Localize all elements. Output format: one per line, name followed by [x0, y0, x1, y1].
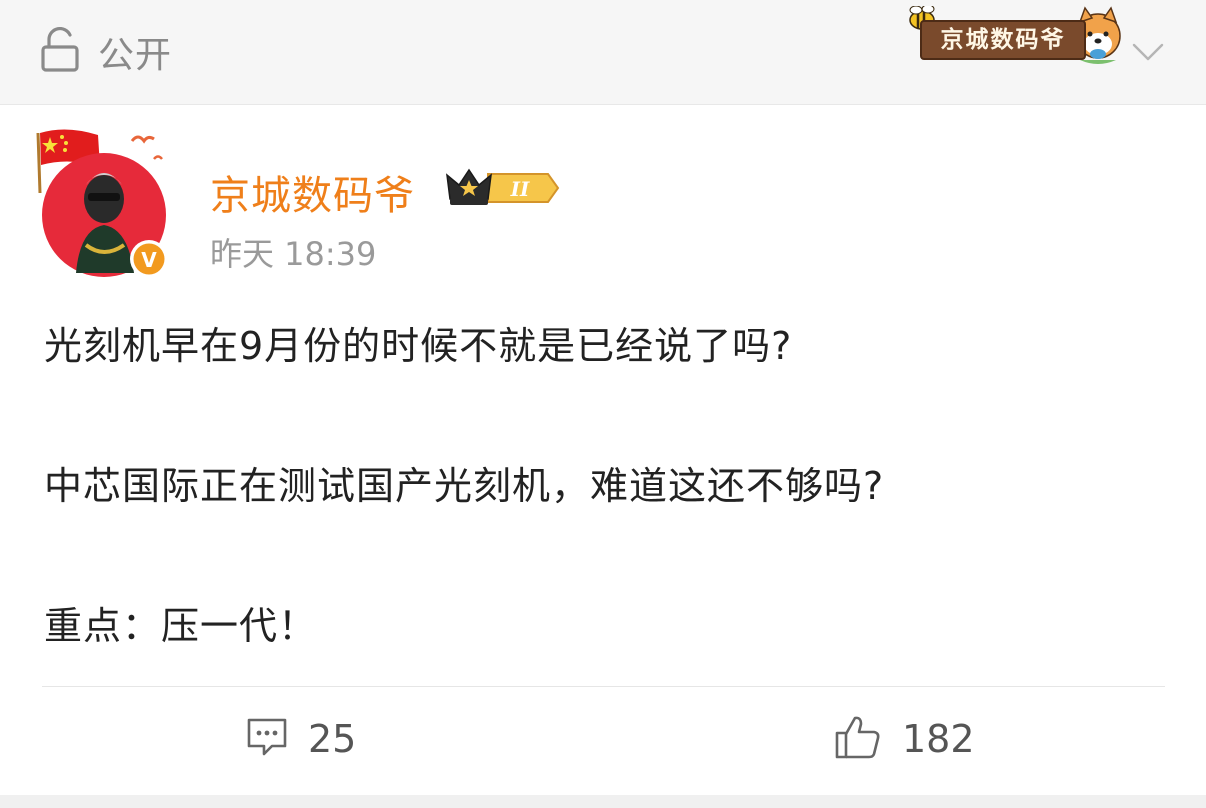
avatar[interactable]: V — [36, 125, 176, 285]
like-count: 182 — [902, 717, 975, 761]
author-name[interactable]: 京城数码爷 — [210, 163, 415, 221]
comment-icon — [246, 717, 288, 761]
visibility-label: 公开 — [98, 35, 173, 76]
post-paragraph: 重点：压一代！ — [44, 604, 318, 648]
vip-level-badge[interactable]: II — [444, 165, 560, 211]
lock-icon — [40, 26, 80, 77]
post-header-bar: 公开 京城数码爷 — [0, 0, 1206, 105]
comment-count: 25 — [308, 717, 357, 761]
post-paragraph: 中芯国际正在测试国产光刻机，难道这还不够吗? — [44, 464, 885, 508]
comment-button[interactable]: 25 — [246, 713, 356, 765]
watermark-logo: 京城数码爷 — [904, 6, 1126, 66]
post-paragraph: 光刻机早在9月份的时候不就是已经说了吗? — [44, 324, 793, 368]
visibility-selector[interactable]: 公开 — [40, 26, 173, 77]
weibo-post-card: V 京城数码爷 II 昨天 18:39 光刻机早在9月份的时候不就是已经说了吗?… — [0, 105, 1206, 795]
post-timestamp: 昨天 18:39 — [210, 235, 377, 273]
verified-badge: V — [141, 248, 157, 272]
bottom-separator — [0, 795, 1206, 808]
divider — [42, 686, 1165, 687]
chevron-down-icon[interactable] — [1130, 34, 1166, 70]
vip-level-text: II — [510, 177, 530, 201]
watermark-text: 京城数码爷 — [940, 27, 1066, 53]
thumbs-up-icon — [834, 714, 882, 764]
like-button[interactable]: 182 — [834, 713, 975, 765]
